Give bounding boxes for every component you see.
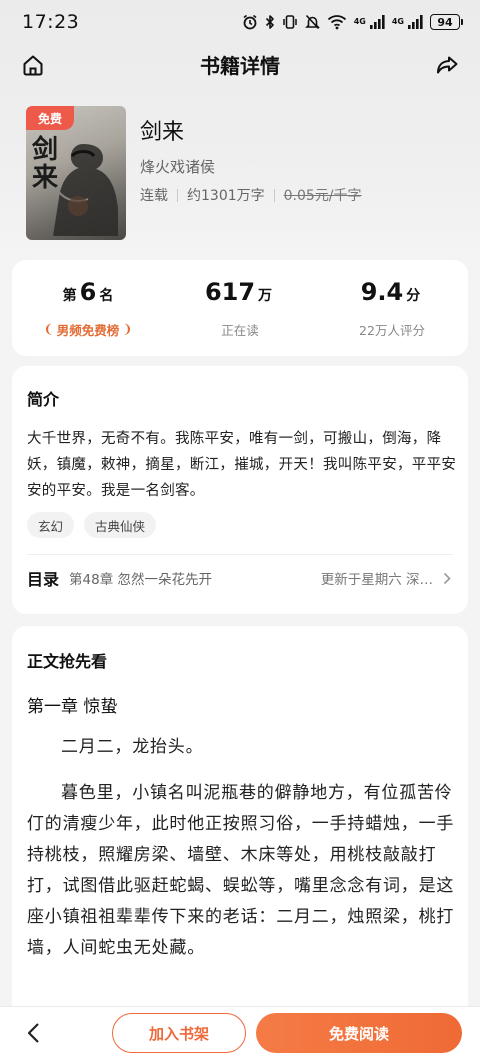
update-time: 更新于星期六 深… xyxy=(320,572,433,588)
battery-icon: 94 xyxy=(430,14,463,30)
rank-value: 6 xyxy=(79,277,97,306)
free-badge: 免费 xyxy=(26,106,74,130)
divider xyxy=(27,554,453,555)
add-to-shelf-button[interactable]: 加入书架 xyxy=(112,1013,246,1053)
toc-row[interactable]: 目录 第48章 忽然一朵花先开 更新于星期六 深… xyxy=(27,560,455,596)
preview-body[interactable]: 二月二，龙抬头。 暮色里，小镇名叫泥瓶巷的僻静地方，有位孤苦伶仃的清瘦少年，此时… xyxy=(27,732,455,979)
intro-text[interactable]: 大千世界，无奇不有。我陈平安，唯有一剑，可搬山，倒海，降妖，镇魔，敕神，摘星，断… xyxy=(27,426,457,504)
laurel-right-icon: ❩ xyxy=(122,322,133,336)
book-info: 剑来 免费 剑来 烽火戏诸侯 连载 约1301万字 0.05元/千字 xyxy=(26,106,456,240)
meta-divider xyxy=(177,188,178,202)
score-stat[interactable]: 9.4 分 22万人评分 xyxy=(316,260,468,356)
preview-paragraph: 暮色里，小镇名叫泥瓶巷的僻静地方，有位孤苦伶仃的清瘦少年，此时他正按照习俗，一手… xyxy=(27,783,455,958)
book-meta: 连载 约1301万字 0.05元/千字 xyxy=(140,185,362,205)
score-label: 22万人评分 xyxy=(359,322,425,338)
network-label-1: 4G xyxy=(353,17,366,26)
status-icons: 4G 4G 94 xyxy=(242,14,463,30)
bluetooth-icon xyxy=(265,14,275,30)
serial-status: 连载 xyxy=(140,188,168,204)
intro-heading: 简介 xyxy=(27,390,60,409)
preview-paragraph: 二月二，龙抬头。 xyxy=(61,737,204,757)
rank-prefix: 第 xyxy=(62,287,77,304)
nav-bar: 书籍详情 xyxy=(0,44,480,84)
back-icon[interactable] xyxy=(26,1021,46,1045)
page-title: 书籍详情 xyxy=(200,53,280,78)
tag-chip[interactable]: 古典仙侠 xyxy=(84,512,157,538)
signal-icon xyxy=(369,14,385,30)
laurel-left-icon: ❨ xyxy=(43,322,54,336)
rank-suffix: 名 xyxy=(99,287,114,304)
alarm-icon xyxy=(242,14,258,30)
readers-stat: 617 万 正在读 xyxy=(164,260,316,356)
tag-chip[interactable]: 玄幻 xyxy=(27,512,75,538)
latest-chapter: 第48章 忽然一朵花先开 xyxy=(69,572,212,588)
tag-list: 玄幻 古典仙侠 xyxy=(27,512,157,538)
readers-value: 617 xyxy=(204,277,256,306)
book-title: 剑来 xyxy=(140,120,185,145)
home-icon[interactable] xyxy=(20,52,46,78)
stats-card: 第 6 名 ❨ 男频免费榜 ❩ 617 万 正在读 9.4 分 22万人评分 xyxy=(12,260,468,356)
chapter-title: 第一章 惊蛰 xyxy=(27,697,118,717)
cover-calligraphy: 剑来 xyxy=(32,135,59,193)
bottom-bar: 加入书架 免费阅读 xyxy=(0,1006,480,1058)
intro-card: 简介 大千世界，无奇不有。我陈平安，唯有一剑，可搬山，倒海，降妖，镇魔，敕神，摘… xyxy=(12,366,468,614)
meta-divider xyxy=(273,188,275,202)
score-value: 9.4 xyxy=(360,277,404,306)
book-cover[interactable]: 剑来 免费 xyxy=(26,106,126,240)
word-count: 约1301万字 xyxy=(187,188,265,204)
free-read-button[interactable]: 免费阅读 xyxy=(256,1013,462,1053)
original-price: 0.05元/千字 xyxy=(283,188,362,204)
wifi-icon xyxy=(327,14,347,30)
readers-unit: 万 xyxy=(258,287,273,304)
rank-stat[interactable]: 第 6 名 ❨ 男频免费榜 ❩ xyxy=(12,260,164,356)
toc-label: 目录 xyxy=(27,570,60,589)
book-author[interactable]: 烽火戏诸侯 xyxy=(140,156,215,177)
vibrate-icon xyxy=(282,14,298,30)
readers-label: 正在读 xyxy=(221,322,259,338)
signal-icon-2 xyxy=(407,14,423,30)
status-bar: 17:23 4G 4G 94 xyxy=(0,0,480,44)
preview-heading: 正文抢先看 xyxy=(27,652,108,671)
share-icon[interactable] xyxy=(434,52,460,78)
network-label-2: 4G xyxy=(391,17,404,26)
mute-icon xyxy=(304,14,320,30)
status-time: 17:23 xyxy=(22,11,80,33)
score-unit: 分 xyxy=(406,287,421,304)
chevron-right-icon xyxy=(443,571,455,585)
preview-card: 正文抢先看 第一章 惊蛰 二月二，龙抬头。 暮色里，小镇名叫泥瓶巷的僻静地方，有… xyxy=(12,626,468,1026)
rank-list-name: 男频免费榜 xyxy=(56,322,120,338)
